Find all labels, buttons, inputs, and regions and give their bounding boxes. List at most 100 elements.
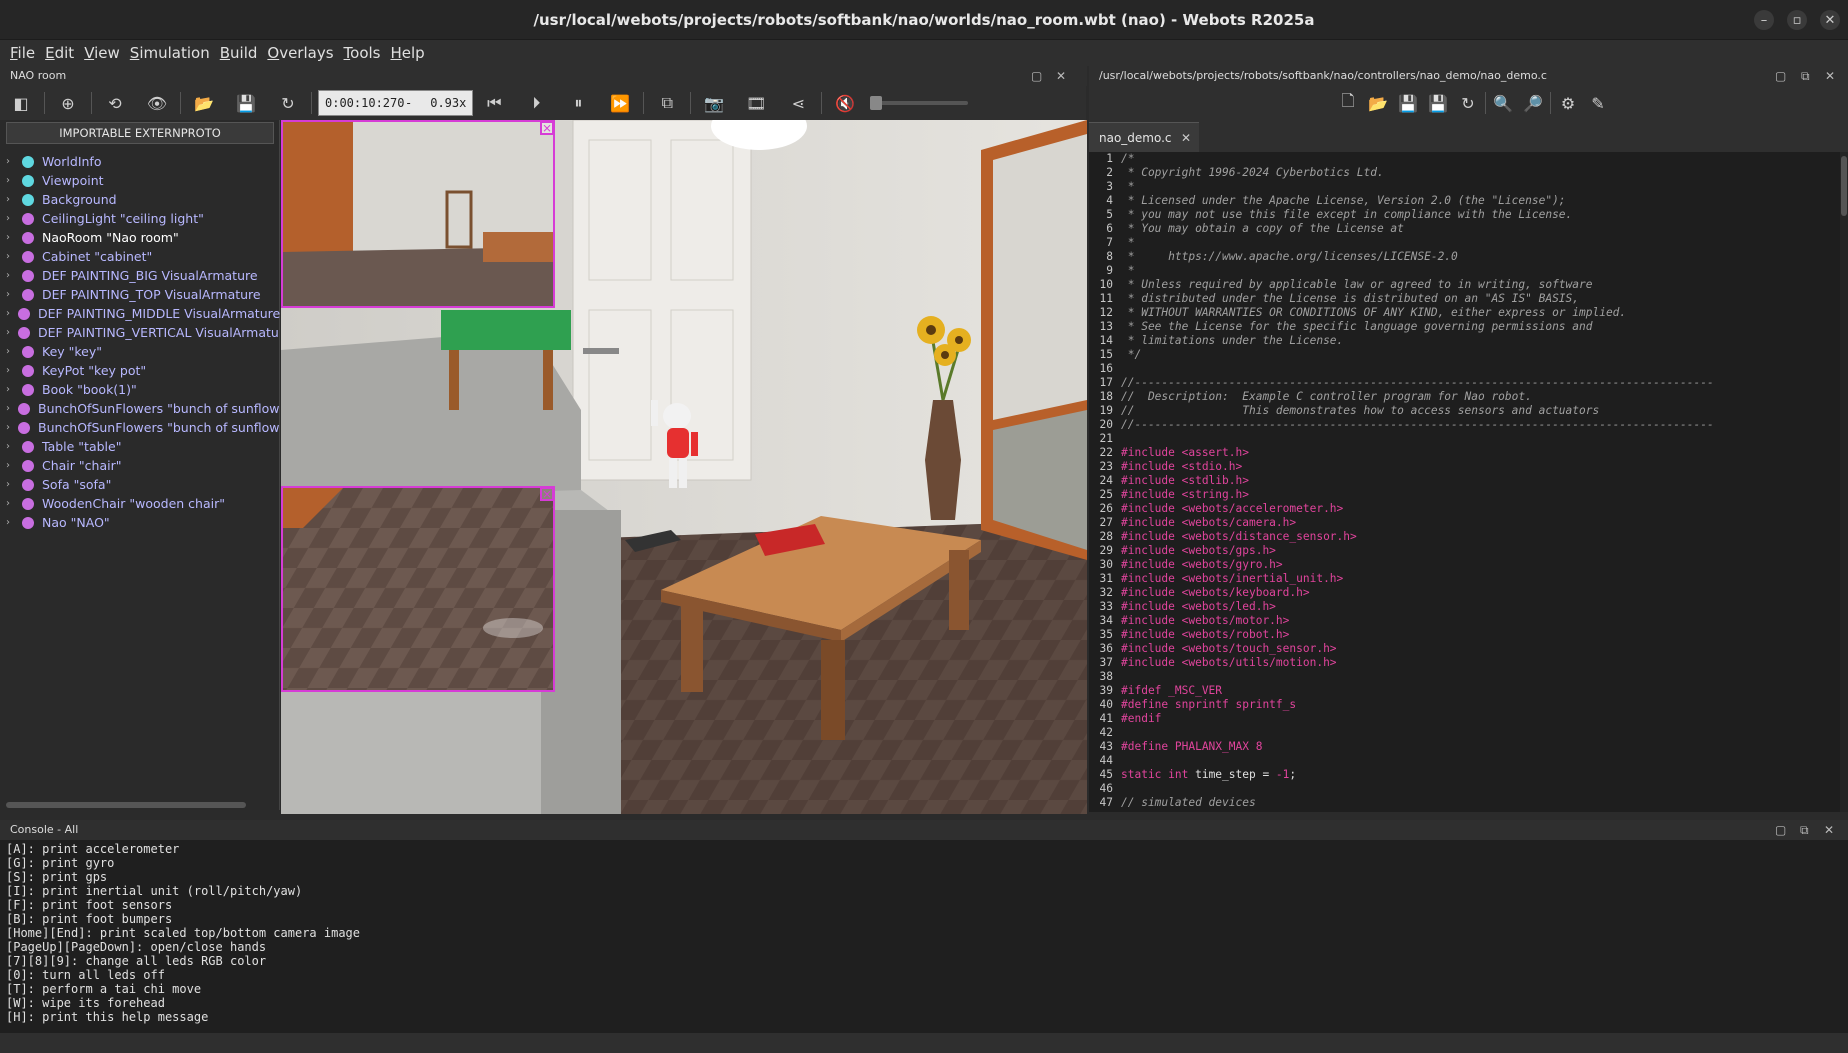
scene-tree-item[interactable]: › DEF PAINTING_BIG VisualArmature: [0, 266, 280, 285]
menu-edit[interactable]: Edit: [45, 44, 74, 62]
restore-icon[interactable]: ▫: [1787, 10, 1807, 30]
open-world-icon[interactable]: 📂: [193, 92, 215, 114]
scene-tree-item[interactable]: › WoodenChair "wooden chair": [0, 494, 280, 513]
view-eye-icon[interactable]: 👁: [146, 92, 168, 114]
top-camera-overlay[interactable]: ⨯: [281, 120, 555, 308]
scene-tree-item[interactable]: › Background: [0, 190, 280, 209]
maximize-icon[interactable]: ▢: [1775, 820, 1786, 840]
volume-slider-knob[interactable]: [870, 96, 883, 110]
close-panel-icon[interactable]: ✕: [1824, 820, 1834, 840]
scene-tree-item[interactable]: › DEF PAINTING_VERTICAL VisualArmature: [0, 323, 280, 342]
bottom-camera-overlay[interactable]: ⨯: [281, 486, 555, 692]
minimize-icon[interactable]: –: [1754, 10, 1774, 30]
replace-icon[interactable]: 🔎: [1522, 92, 1544, 114]
rendering-toggle-icon[interactable]: ⧉: [656, 92, 678, 114]
scene-tree-item[interactable]: › Cabinet "cabinet": [0, 247, 280, 266]
expand-arrow-icon[interactable]: ›: [0, 194, 14, 205]
menu-file[interactable]: File: [10, 44, 35, 62]
scrollbar-thumb[interactable]: [1841, 156, 1847, 216]
expand-arrow-icon[interactable]: ›: [0, 403, 10, 414]
scene-tree-item[interactable]: › Sofa "sofa": [0, 475, 280, 494]
code-editor[interactable]: 1/* 2 * Copyright 1996-2024 Cyberbotics L…: [1089, 152, 1848, 812]
scene-tree-item[interactable]: › CeilingLight "ceiling light": [0, 209, 280, 228]
3d-view[interactable]: ⨯ ⨯: [281, 120, 1087, 814]
scene-tree-item[interactable]: › BunchOfSunFlowers "bunch of sunflowers(…: [0, 418, 280, 437]
save-world-icon[interactable]: 💾: [235, 92, 257, 114]
share-icon[interactable]: ⋖: [787, 92, 809, 114]
pause-icon[interactable]: ⏸: [567, 92, 589, 114]
reset-simulation-icon[interactable]: ⏮: [483, 92, 505, 114]
scene-tree-item[interactable]: › WorldInfo: [0, 152, 280, 171]
find-icon[interactable]: 🔍: [1492, 92, 1514, 114]
fast-forward-icon[interactable]: ⏩: [609, 92, 631, 114]
new-file-icon[interactable]: 🗋: [1337, 91, 1359, 114]
expand-arrow-icon[interactable]: ›: [0, 441, 14, 452]
screenshot-icon[interactable]: 📷: [703, 92, 725, 114]
build-icon[interactable]: ⚙: [1557, 92, 1579, 114]
revert-icon[interactable]: ↻: [1457, 92, 1479, 114]
expand-arrow-icon[interactable]: ›: [0, 156, 14, 167]
close-icon[interactable]: ✕: [1820, 10, 1840, 30]
scene-tree-item[interactable]: › Viewpoint: [0, 171, 280, 190]
menu-simulation[interactable]: Simulation: [130, 44, 210, 62]
expand-arrow-icon[interactable]: ›: [0, 479, 14, 490]
save-as-icon[interactable]: 💾: [1427, 92, 1449, 114]
scene-tree-item[interactable]: › DEF PAINTING_TOP VisualArmature: [0, 285, 280, 304]
expand-arrow-icon[interactable]: ›: [0, 175, 14, 186]
expand-arrow-icon[interactable]: ›: [0, 346, 14, 357]
scene-tree-item[interactable]: › BunchOfSunFlowers "bunch of sunflowers": [0, 399, 280, 418]
open-file-icon[interactable]: 📂: [1367, 92, 1389, 114]
expand-arrow-icon[interactable]: ›: [0, 327, 10, 338]
close-camera-overlay-icon[interactable]: ⨯: [540, 121, 554, 135]
volume-slider[interactable]: [870, 96, 969, 110]
maximize-icon[interactable]: ▢: [1031, 66, 1042, 86]
menu-build[interactable]: Build: [220, 44, 258, 62]
add-node-icon[interactable]: ⊕: [57, 92, 79, 114]
maximize-icon[interactable]: ▢: [1775, 66, 1786, 86]
restore-viewpoint-icon[interactable]: ⟲: [104, 92, 126, 114]
scene-tree-item[interactable]: › Table "table": [0, 437, 280, 456]
float-icon[interactable]: ⧉: [1800, 820, 1809, 840]
scene-tree-item[interactable]: › Book "book(1)": [0, 380, 280, 399]
horizontal-scrollbar[interactable]: [6, 802, 246, 808]
scene-tree-item[interactable]: › Key "key": [0, 342, 280, 361]
expand-arrow-icon[interactable]: ›: [0, 460, 14, 471]
toggle-scene-tree-icon[interactable]: ◧: [10, 92, 32, 114]
clean-icon[interactable]: ✎: [1587, 92, 1609, 114]
expand-arrow-icon[interactable]: ›: [0, 498, 14, 509]
expand-arrow-icon[interactable]: ›: [0, 517, 14, 528]
expand-arrow-icon[interactable]: ›: [0, 289, 14, 300]
menu-view[interactable]: View: [84, 44, 120, 62]
expand-arrow-icon[interactable]: ›: [0, 213, 14, 224]
close-tab-icon[interactable]: ✕: [1181, 123, 1191, 153]
scene-tree-item[interactable]: › NaoRoom "Nao room": [0, 228, 280, 247]
close-panel-icon[interactable]: ✕: [1825, 66, 1835, 86]
tab-nao-demo-c[interactable]: nao_demo.c ✕: [1089, 122, 1199, 152]
expand-arrow-icon[interactable]: ›: [0, 422, 10, 433]
close-panel-icon[interactable]: ✕: [1056, 66, 1066, 86]
menu-overlays[interactable]: Overlays: [267, 44, 333, 62]
scene-tree-item[interactable]: › Chair "chair": [0, 456, 280, 475]
expand-arrow-icon[interactable]: ›: [0, 365, 14, 376]
save-file-icon[interactable]: 💾: [1397, 92, 1419, 114]
expand-arrow-icon[interactable]: ›: [0, 251, 14, 262]
menu-help[interactable]: Help: [391, 44, 425, 62]
expand-arrow-icon[interactable]: ›: [0, 270, 14, 281]
code-line: 1 /*: [1089, 152, 1848, 166]
scene-tree-item[interactable]: › Nao "NAO": [0, 513, 280, 532]
scene-tree-item[interactable]: › KeyPot "key pot": [0, 361, 280, 380]
expand-arrow-icon[interactable]: ›: [0, 384, 14, 395]
console-output[interactable]: [A]: print accelerometer [G]: print gyro[…: [0, 840, 1848, 1033]
reload-world-icon[interactable]: ↻: [277, 92, 299, 114]
expand-arrow-icon[interactable]: ›: [0, 308, 10, 319]
scene-tree-item[interactable]: › DEF PAINTING_MIDDLE VisualArmature: [0, 304, 280, 323]
close-camera-overlay-icon[interactable]: ⨯: [540, 487, 554, 501]
vertical-scrollbar[interactable]: [1840, 152, 1848, 812]
importable-externproto-button[interactable]: IMPORTABLE EXTERNPROTO: [6, 122, 274, 144]
float-icon[interactable]: ⧉: [1801, 66, 1810, 86]
menu-tools[interactable]: Tools: [344, 44, 381, 62]
step-icon[interactable]: ⏵: [525, 92, 547, 114]
mute-icon[interactable]: 🔇: [834, 92, 856, 114]
record-movie-icon[interactable]: 🎞: [745, 92, 767, 114]
expand-arrow-icon[interactable]: ›: [0, 232, 14, 243]
